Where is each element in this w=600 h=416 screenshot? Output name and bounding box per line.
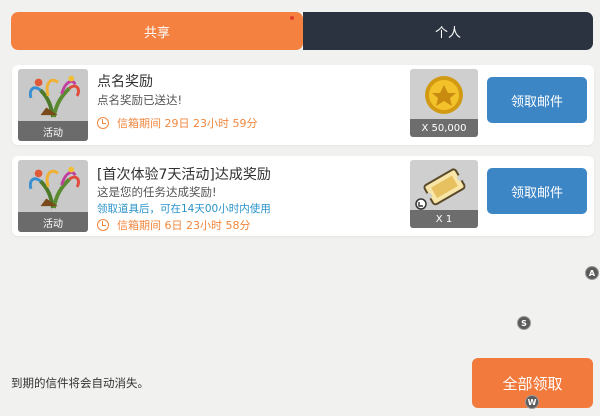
- plant-icon: [28, 166, 80, 209]
- notification-dot: [290, 16, 294, 20]
- mail-item: 活动 [首次体验7天活动]达成奖励 这是您的任务达成奖励! 领取道具后，可在14…: [12, 156, 594, 236]
- key-hint-a: A: [585, 266, 599, 280]
- tab-shared[interactable]: 共享: [11, 12, 303, 50]
- mail-title: [首次体验7天活动]达成奖励: [97, 167, 271, 183]
- mail-item: 活动 点名奖励 点名奖励已送达! 信箱期间 29日 23小时 59分 X 50,…: [12, 65, 594, 145]
- tab-shared-label: 共享: [143, 25, 170, 41]
- key-hint-w: W: [525, 395, 539, 409]
- alarm-clock-icon: [97, 117, 109, 129]
- mail-tabs: 共享 个人: [11, 12, 593, 50]
- reward-item: X 1: [410, 160, 478, 228]
- mail-subtitle: 这是您的任务达成奖励!: [97, 185, 217, 199]
- event-thumbnail: 活动: [18, 69, 88, 141]
- tab-personal[interactable]: 个人: [303, 12, 593, 50]
- mail-expiry: 信箱期间 29日 23小时 59分: [97, 115, 257, 131]
- key-hint-s: S: [517, 316, 531, 330]
- thumb-label: 活动: [18, 212, 88, 232]
- gold-coin-icon: [425, 76, 463, 114]
- reward-item: X 50,000: [410, 69, 478, 137]
- thumb-label: 活动: [18, 121, 88, 141]
- expiry-text: 信箱期间 6日 23小时 58分: [117, 219, 251, 232]
- claim-mail-button[interactable]: 领取邮件: [487, 168, 587, 214]
- mail-subtitle: 点名奖励已送达!: [97, 93, 183, 107]
- auto-delete-note: 到期的信件将会自动消失。: [11, 376, 149, 390]
- alarm-clock-icon: [97, 219, 109, 231]
- event-thumbnail: 活动: [18, 160, 88, 232]
- mail-title: 点名奖励: [97, 74, 153, 90]
- reward-quantity: X 50,000: [410, 119, 478, 137]
- claim-mail-button[interactable]: 领取邮件: [487, 77, 587, 123]
- mail-usage-note: 领取道具后，可在14天00小时内使用: [97, 203, 271, 215]
- ticket-icon: [415, 168, 466, 210]
- plant-icon: [28, 75, 80, 118]
- expiry-text: 信箱期间 29日 23小时 59分: [117, 117, 258, 130]
- reward-quantity: X 1: [410, 210, 478, 228]
- mail-expiry: 信箱期间 6日 23小时 58分: [97, 217, 250, 233]
- tab-personal-label: 个人: [434, 25, 461, 41]
